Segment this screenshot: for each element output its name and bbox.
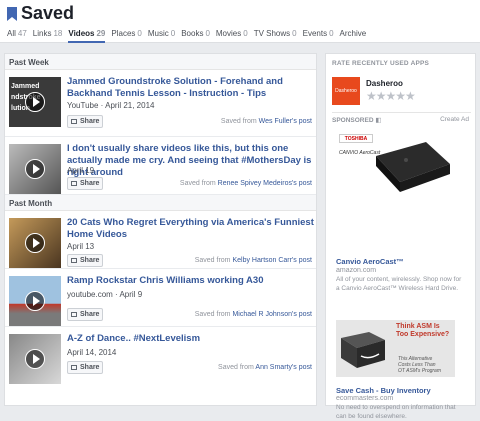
section-header-past-week: Past Week: [5, 54, 316, 70]
create-ad-link[interactable]: Create Ad: [440, 116, 469, 123]
saved-from-link[interactable]: Renee Spivey Medeiros's post: [218, 180, 312, 187]
star-rating[interactable]: ★★★★★: [366, 89, 416, 103]
ad-domain: amazon.com: [336, 267, 377, 274]
ad-title[interactable]: Save Cash - Buy Inventory: [336, 386, 431, 395]
tab-all[interactable]: All 47: [7, 29, 27, 43]
ad-subline: This Alternative Costs Less Than OT ASM's …: [398, 356, 441, 374]
share-icon: [71, 181, 77, 186]
tab-music[interactable]: Music 0: [148, 29, 175, 43]
saved-from-link[interactable]: Kelby Hartson Carr's post: [232, 257, 312, 264]
saved-from: Saved from Renee Spivey Medeiros's post: [179, 180, 312, 187]
share-icon: [71, 258, 77, 263]
item-meta: youtube.com · April 9: [67, 290, 143, 299]
saved-from: Saved from Wes Fuller's post: [220, 118, 312, 125]
share-icon: [71, 119, 77, 124]
ad-image-ecommasters[interactable]: Think ASM Is Too Expensive? This Alternat…: [336, 320, 455, 377]
saved-from-link[interactable]: Ann Smarty's post: [255, 364, 312, 371]
item-meta: April 14, 2014: [67, 348, 117, 357]
share-icon: [71, 365, 77, 370]
item-title[interactable]: Jammed Groundstroke Solution - Forehand …: [67, 76, 315, 100]
saved-items-panel: Past Week Jammed ndstroke lution Jammed …: [4, 53, 317, 406]
list-item: I don't usually share videos like this, …: [5, 137, 316, 195]
item-title[interactable]: Ramp Rockstar Chris Williams working A30: [67, 275, 315, 287]
video-thumbnail[interactable]: [9, 334, 61, 384]
tab-archive[interactable]: Archive: [340, 29, 367, 43]
app-rating-row: Dasheroo Dasheroo ★★★★★: [332, 77, 472, 105]
bookmark-icon: [7, 7, 17, 21]
play-icon: [25, 291, 45, 311]
ad-headline: Think ASM Is Too Expensive?: [396, 323, 450, 338]
item-meta: April 13: [67, 242, 95, 251]
share-button[interactable]: Share: [67, 115, 103, 128]
divider: [332, 112, 471, 113]
tab-tv-shows[interactable]: TV Shows 0: [254, 29, 297, 43]
list-item: 20 Cats Who Regret Everything via Americ…: [5, 211, 316, 269]
list-item: Ramp Rockstar Chris Williams working A30…: [5, 269, 316, 327]
sponsored-label: SPONSORED ◧: [332, 117, 382, 124]
saved-from: Saved from Ann Smarty's post: [218, 364, 312, 371]
page-title: Saved: [21, 3, 75, 23]
hard-drive-image: [376, 142, 450, 192]
video-thumbnail[interactable]: Jammed ndstroke lution: [9, 77, 61, 127]
play-icon: [25, 233, 45, 253]
saved-from-link[interactable]: Wes Fuller's post: [259, 118, 312, 125]
sponsored-icon: ◧: [375, 117, 382, 124]
item-meta: April 19: [67, 166, 95, 175]
list-item: A-Z of Dance.. #NextLevelism April 14, 2…: [5, 327, 316, 385]
ad-title[interactable]: Canvio AeroCast™: [336, 257, 404, 266]
ad-text: All of your content, wirelessly. Shop no…: [336, 276, 462, 292]
play-icon: [25, 159, 45, 179]
share-button[interactable]: Share: [67, 177, 103, 190]
section-header-past-month: Past Month: [5, 195, 316, 211]
tab-places[interactable]: Places 0: [111, 29, 141, 43]
item-title[interactable]: I don't usually share videos like this, …: [67, 143, 315, 179]
dasheroo-logo[interactable]: Dasheroo: [332, 77, 360, 105]
item-meta: YouTube · April 21, 2014: [67, 101, 155, 110]
share-button[interactable]: Share: [67, 361, 103, 374]
tab-movies[interactable]: Movies 0: [216, 29, 248, 43]
play-icon: [25, 349, 45, 369]
tab-bar: All 47 Links 18 Videos 29 Places 0 Music 0 Bo…: [7, 29, 372, 43]
list-item: Jammed ndstroke lution Jammed Groundstro…: [5, 70, 316, 137]
saved-from: Saved from Kelby Hartson Carr's post: [194, 257, 312, 264]
tab-links[interactable]: Links 18: [33, 29, 63, 43]
ad-text: No need to overspend on information that…: [336, 404, 456, 420]
tab-events[interactable]: Events 0: [303, 29, 334, 43]
page-header: Saved All 47 Links 18 Videos 29 Places 0 Mus…: [0, 0, 480, 43]
video-thumbnail[interactable]: [9, 276, 61, 326]
play-icon: [25, 92, 45, 112]
right-sidebar: RATE RECENTLY USED APPS Dasheroo Dashero…: [325, 53, 476, 420]
video-thumbnail[interactable]: [9, 144, 61, 194]
share-button[interactable]: Share: [67, 254, 103, 267]
app-name[interactable]: Dasheroo: [366, 79, 403, 88]
share-button[interactable]: Share: [67, 308, 103, 321]
ad-image-canvio[interactable]: TOSHIBA CANVIO AeroCast: [336, 130, 455, 250]
ad-domain: ecommasters.com: [336, 395, 394, 402]
item-title[interactable]: A-Z of Dance.. #NextLevelism: [67, 333, 315, 345]
share-icon: [71, 312, 77, 317]
saved-from-link[interactable]: Michael R Johnson's post: [232, 311, 312, 318]
tab-books[interactable]: Books 0: [181, 29, 210, 43]
recent-apps-heading: RATE RECENTLY USED APPS: [332, 60, 430, 67]
saved-from: Saved from Michael R Johnson's post: [194, 311, 312, 318]
item-title[interactable]: 20 Cats Who Regret Everything via Americ…: [67, 217, 315, 241]
tab-videos[interactable]: Videos 29: [68, 29, 106, 43]
video-thumbnail[interactable]: [9, 218, 61, 268]
shipping-box-image: [341, 332, 385, 368]
